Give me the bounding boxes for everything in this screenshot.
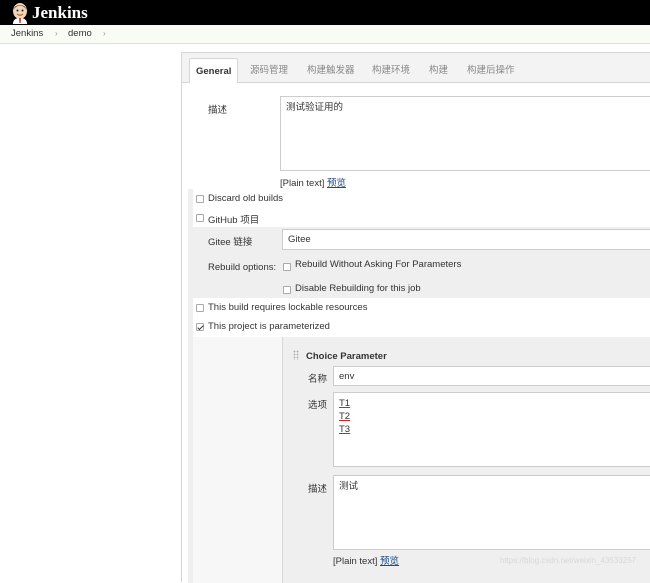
plain-text-label: [Plain text]	[333, 556, 378, 567]
description-textarea[interactable]: 测试验证用的	[280, 96, 650, 171]
breadcrumb-separator: ›	[55, 29, 58, 38]
parameter-name-label: 名称	[308, 374, 328, 385]
gitee-connection-select[interactable]: Gitee	[282, 229, 650, 250]
disable-rebuilding-label: Disable Rebuilding for this job	[295, 283, 421, 294]
config-panel: General 源码管理 构建触发器 构建环境 构建 构建后操作 描述 测试验证…	[181, 52, 650, 583]
tab-build[interactable]: 构建	[423, 58, 454, 83]
breadcrumb-separator: ›	[103, 29, 106, 38]
drag-handle-icon[interactable]	[293, 350, 299, 360]
tab-bar: General 源码管理 构建触发器 构建环境 构建 构建后操作	[182, 53, 650, 84]
choice-option: T1	[339, 398, 351, 409]
disable-rebuilding-checkbox[interactable]	[283, 286, 291, 294]
preview-link[interactable]: 预览	[380, 556, 399, 567]
app-title[interactable]: Jenkins	[32, 2, 88, 23]
discard-old-builds-checkbox[interactable]	[196, 195, 204, 203]
discard-old-builds-label: Discard old builds	[208, 193, 283, 204]
choice-parameter-box: Choice Parameter 名称 env 选项 T1 T2 T3 描述 测…	[282, 337, 650, 583]
rebuild-without-asking-checkbox[interactable]	[283, 263, 291, 271]
watermark: https://blog.csdn.net/weixin_43533257	[500, 556, 637, 565]
parameter-choices-label: 选项	[308, 400, 328, 411]
parameterized-checkbox[interactable]	[196, 323, 204, 331]
parameter-indent	[193, 337, 282, 583]
jenkins-logo-icon[interactable]	[10, 2, 30, 24]
tab-post-build[interactable]: 构建后操作	[461, 58, 521, 83]
plain-text-label: [Plain text]	[280, 178, 325, 189]
parameter-name-input[interactable]: env	[333, 366, 650, 386]
parameter-description-textarea[interactable]: 测试	[333, 475, 650, 550]
parameter-choices-textarea[interactable]: T1 T2 T3	[333, 392, 650, 467]
parameterized-label: This project is parameterized	[208, 321, 330, 332]
tab-build-environment[interactable]: 构建环境	[366, 58, 416, 83]
choice-option: T2	[339, 411, 351, 422]
general-section: 描述 测试验证用的 [Plain text] 预览 Discard old bu…	[182, 83, 650, 583]
breadcrumb-demo[interactable]: demo	[68, 25, 92, 43]
tab-general[interactable]: General	[189, 58, 239, 84]
lockable-resources-checkbox[interactable]	[196, 304, 204, 312]
top-bar: Jenkins	[0, 0, 650, 25]
lockable-resources-label: This build requires lockable resources	[208, 302, 368, 313]
rebuild-options-label: Rebuild options:	[208, 262, 277, 273]
choice-option: T3	[339, 424, 351, 435]
description-format-hint: [Plain text] 预览	[280, 175, 346, 189]
rebuild-without-asking-label: Rebuild Without Asking For Parameters	[295, 259, 462, 270]
github-project-label: GitHub 项目	[208, 215, 260, 226]
tab-source-code[interactable]: 源码管理	[244, 58, 294, 83]
github-project-checkbox[interactable]	[196, 214, 204, 222]
breadcrumb: Jenkins › demo ›	[0, 25, 650, 44]
tab-build-triggers[interactable]: 构建触发器	[301, 58, 361, 83]
parameter-description-label: 描述	[308, 484, 328, 495]
parameter-format-hint: [Plain text] 预览	[333, 553, 399, 567]
preview-link[interactable]: 预览	[327, 178, 346, 189]
description-label: 描述	[208, 105, 228, 116]
gitee-connection-label: Gitee 链接	[208, 237, 253, 248]
choice-parameter-title: Choice Parameter	[306, 351, 387, 362]
breadcrumb-jenkins[interactable]: Jenkins	[11, 25, 43, 43]
